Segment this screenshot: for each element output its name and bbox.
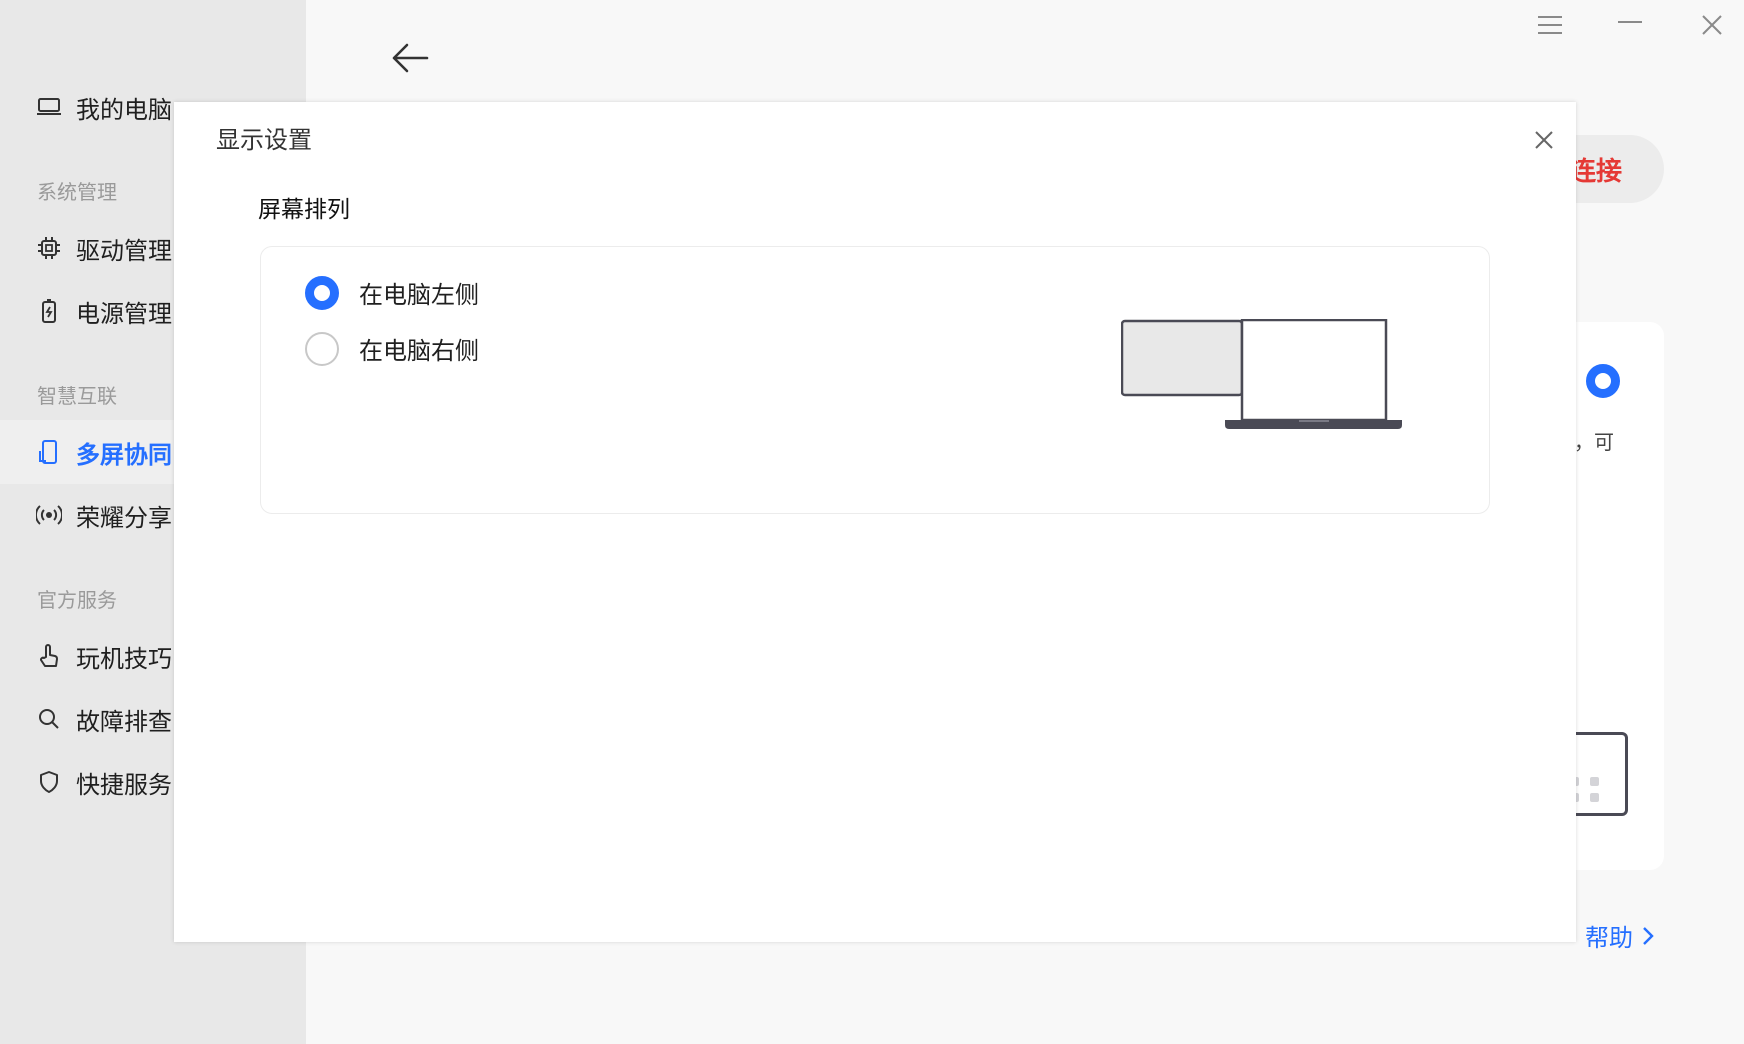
sidebar-item-label: 玩机技巧 <box>76 644 172 673</box>
menu-button[interactable] <box>1530 8 1570 42</box>
sidebar-item-label: 快捷服务 <box>76 770 172 799</box>
close-icon <box>1702 15 1722 35</box>
shield-icon <box>36 769 62 795</box>
sidebar-item-label: 荣耀分享 <box>76 503 172 532</box>
minimize-button[interactable] <box>1610 8 1650 42</box>
display-settings-dialog: 显示设置 屏幕排列 在电脑左侧 在电脑右侧 <box>174 102 1576 942</box>
chip-icon <box>36 235 62 261</box>
sidebar-item-label: 驱动管理 <box>76 236 172 265</box>
sidebar-item-label: 故障排查 <box>76 707 172 736</box>
close-icon <box>1535 131 1553 149</box>
close-window-button[interactable] <box>1692 8 1732 42</box>
help-label: 帮助 <box>1585 924 1633 952</box>
arrangement-options-panel: 在电脑左侧 在电脑右侧 <box>260 246 1490 514</box>
laptop-icon <box>36 94 62 120</box>
laptop-screen-shape <box>1240 319 1388 422</box>
option-left-of-pc[interactable]: 在电脑左侧 <box>305 275 479 310</box>
screen-arrangement-illustration <box>1121 319 1402 429</box>
touch-icon <box>36 643 62 669</box>
connect-label: 连接 <box>1570 156 1623 187</box>
arrow-left-icon <box>392 43 429 73</box>
option-label: 在电脑右侧 <box>359 337 479 365</box>
background-radio[interactable] <box>1586 364 1620 398</box>
sidebar-item-label: 多屏协同 <box>76 440 172 469</box>
group-official-service: 官方服务 <box>37 588 117 612</box>
search-icon <box>36 706 62 732</box>
broadcast-icon <box>36 502 62 528</box>
group-smart-connect: 智慧互联 <box>37 384 117 408</box>
section-title-screen-arrangement: 屏幕排列 <box>258 197 350 223</box>
help-link[interactable]: 帮助 <box>1585 918 1655 953</box>
group-system-management: 系统管理 <box>37 180 117 204</box>
menu-icon <box>1538 16 1562 34</box>
option-right-of-pc[interactable]: 在电脑右侧 <box>305 331 479 366</box>
sidebar-item-label: 我的电脑 <box>76 95 172 124</box>
battery-icon <box>36 298 62 324</box>
radio-unselected[interactable] <box>305 331 339 366</box>
background-card-text: ，可 <box>1574 430 1614 454</box>
minimize-icon <box>1618 21 1642 23</box>
back-button[interactable] <box>390 38 430 78</box>
option-label: 在电脑左侧 <box>359 281 479 309</box>
dialog-close-button[interactable] <box>1524 120 1564 160</box>
chevron-right-icon <box>1643 926 1654 945</box>
dialog-title: 显示设置 <box>216 126 312 154</box>
external-screen-shape <box>1121 319 1244 397</box>
radio-selected[interactable] <box>305 275 339 310</box>
sidebar-item-label: 电源管理 <box>76 299 172 328</box>
multi-screen-icon <box>36 439 62 465</box>
